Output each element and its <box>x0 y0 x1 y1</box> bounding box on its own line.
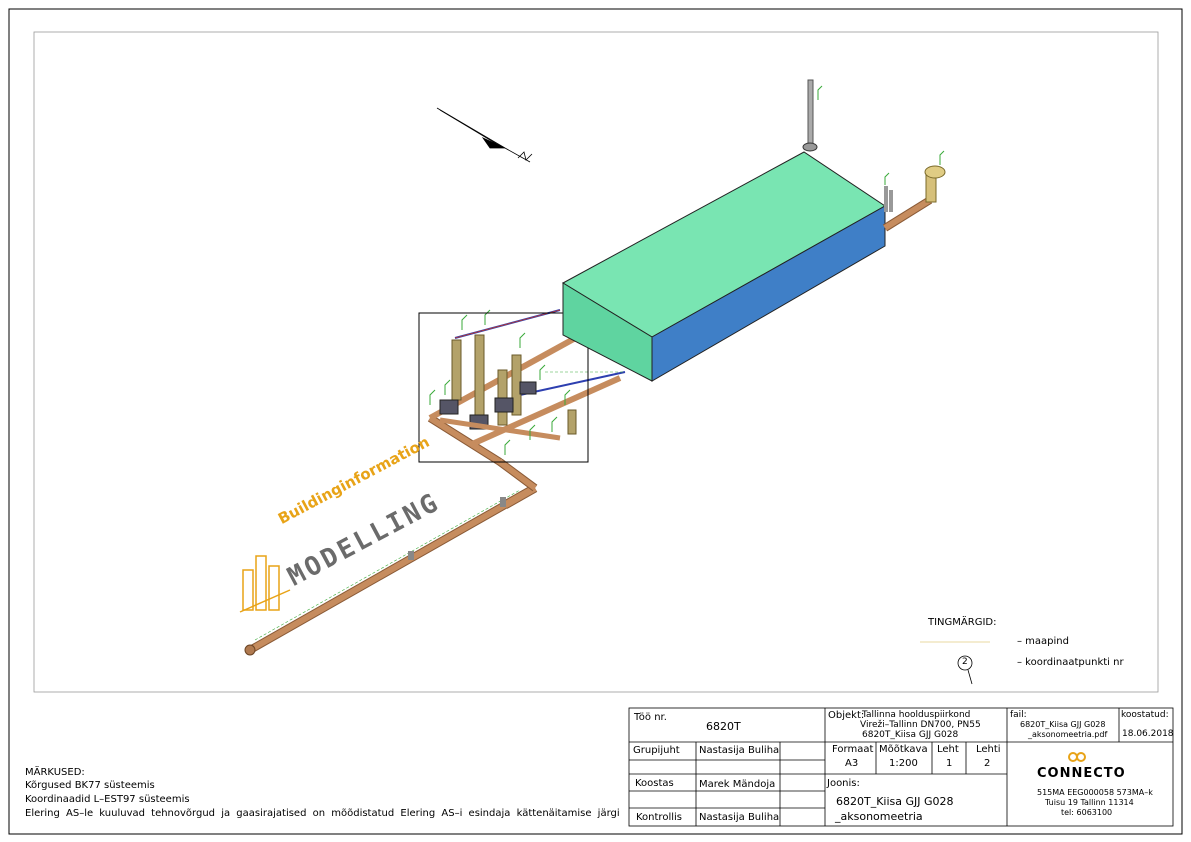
drawing-area <box>33 31 1159 693</box>
building-volume <box>561 151 886 382</box>
scale-label: Mõõtkava <box>879 744 928 755</box>
notes-line: Kõrgused BK77 süsteemis <box>25 780 155 791</box>
drawing-label: Joonis: <box>827 778 860 789</box>
notes-line: Koordinaadid L–EST97 süsteemis <box>25 794 190 805</box>
group-lead-label: Grupijuht <box>633 745 680 756</box>
connecto-logo-icon <box>1068 752 1086 762</box>
file-label: fail: <box>1010 710 1027 720</box>
file-line: _aksonomeetria.pdf <box>1028 730 1108 739</box>
sheets-label: Lehti <box>976 744 1001 755</box>
sheets-value: 2 <box>984 758 991 769</box>
legend-marker-number: 2 <box>962 657 968 667</box>
legend-title: TINGMÄRGID: <box>928 617 997 628</box>
drawing-line: _aksonomeetria <box>835 810 923 823</box>
checker: Nastasija Buliha <box>699 812 780 823</box>
company-name: CONNECTO <box>1037 766 1126 781</box>
sheet-value: 1 <box>946 758 953 769</box>
job-label: Töö nr. <box>634 712 667 723</box>
group-lead: Nastasija Buliha <box>699 745 780 756</box>
checker-label: Kontrollis <box>636 812 682 823</box>
object-line: Tallinna hoolduspiirkond <box>862 710 971 720</box>
file-line: 6820T_Kiisa GJJ G028 <box>1020 720 1106 729</box>
date-label: koostatud: <box>1121 710 1169 720</box>
company-line: 515MA EEG000058 573MA–k <box>1037 788 1153 797</box>
pipeline-outlet <box>882 150 946 232</box>
notes-heading: MÄRKUSED: <box>25 767 85 778</box>
date-value: 18.06.2018 <box>1122 729 1174 739</box>
format-label: Formaat <box>832 744 874 755</box>
object-line: Vireži–Tallinn DN700, PN55 <box>860 720 981 730</box>
company-line: tel: 6063100 <box>1061 808 1113 817</box>
scale-value: 1:200 <box>889 758 918 769</box>
job-number: 6820T <box>706 720 741 733</box>
author: Marek Mändoja <box>699 779 776 790</box>
object-label: Objekt: <box>828 710 865 721</box>
format-value: A3 <box>845 758 859 769</box>
company-line: Tuisu 19 Tallinn 11314 <box>1045 798 1134 807</box>
object-line: 6820T_Kiisa GJJ G028 <box>862 730 959 740</box>
vent-stack <box>802 79 823 152</box>
legend-item-coordinate: – koordinaatpunkti nr <box>1017 657 1124 668</box>
north-arrow-icon <box>436 107 533 163</box>
notes-line: Elering AS–le kuuluvad tehnovõrgud ja ga… <box>25 808 620 819</box>
outer-frame <box>8 8 1183 835</box>
bim-logo <box>239 555 291 613</box>
sheet-label: Leht <box>937 744 959 755</box>
drawing-line: 6820T_Kiisa GJJ G028 <box>836 795 954 808</box>
legend-item-ground: – maapind <box>1017 636 1069 647</box>
author-label: Koostas <box>635 778 674 789</box>
